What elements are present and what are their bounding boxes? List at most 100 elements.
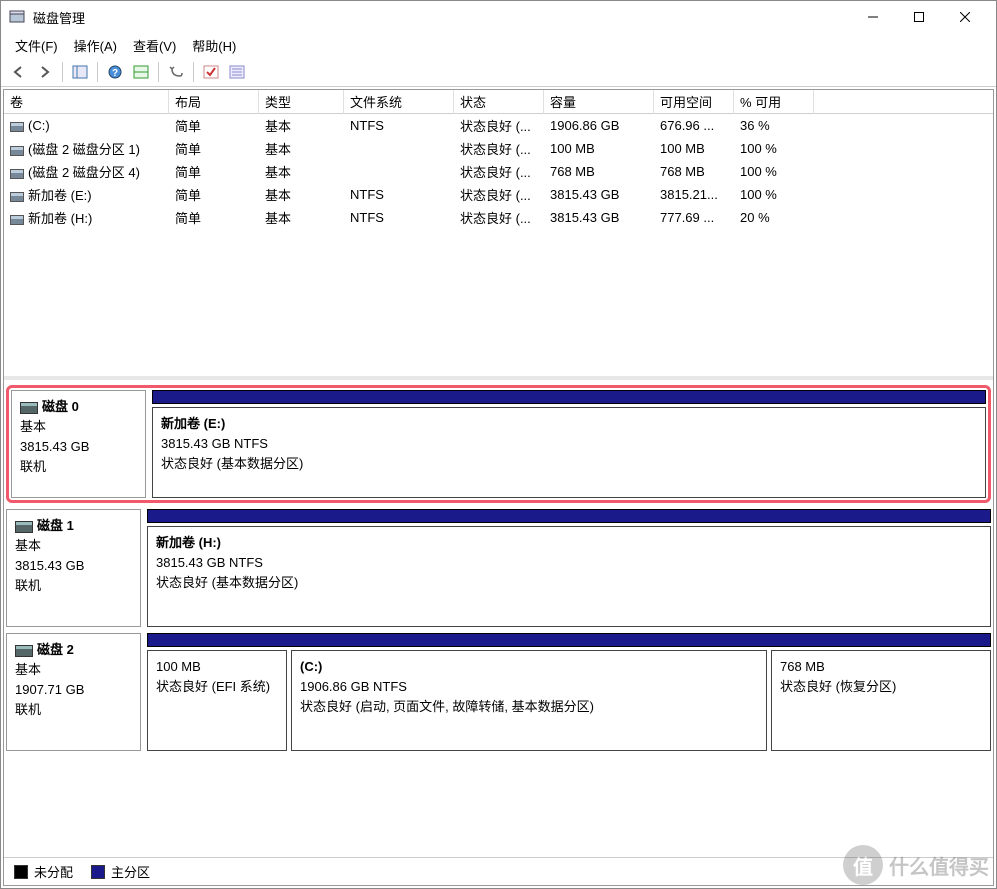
disk-info[interactable]: 磁盘 1 基本 3815.43 GB 联机 [6, 509, 141, 627]
watermark: 值 什么值得买 [843, 845, 989, 885]
disk-row-1[interactable]: 磁盘 1 基本 3815.43 GB 联机 新加卷 (H:) 3815.43 G… [6, 509, 991, 627]
disk-state: 联机 [20, 457, 137, 477]
volume-icon [10, 146, 24, 156]
maximize-button[interactable] [896, 1, 942, 33]
col-header-pct[interactable]: % 可用 [734, 90, 814, 114]
legend-swatch-unallocated [14, 865, 28, 879]
legend-label: 主分区 [111, 862, 150, 881]
partitions: 100 MB 状态良好 (EFI 系统) (C:) 1906.86 GB NTF… [147, 633, 991, 751]
col-header-fs[interactable]: 文件系统 [344, 90, 454, 114]
back-button[interactable] [7, 60, 31, 84]
partition-status: 状态良好 (启动, 页面文件, 故障转储, 基本数据分区) [300, 697, 758, 717]
volume-list-header: 卷 布局 类型 文件系统 状态 容量 可用空间 % 可用 [4, 90, 993, 114]
col-header-status[interactable]: 状态 [454, 90, 544, 114]
volume-row[interactable]: 新加卷 (E:)简单基本NTFS状态良好 (...3815.43 GB3815.… [4, 183, 993, 206]
partition-header-bar [147, 509, 991, 523]
disk-icon [15, 521, 33, 533]
partition-header-bar [152, 390, 986, 404]
legend-primary: 主分区 [91, 862, 150, 881]
partitions: 新加卷 (E:) 3815.43 GB NTFS 状态良好 (基本数据分区) [152, 390, 986, 498]
separator [62, 62, 63, 82]
partition-detail: 3815.43 GB NTFS [161, 434, 977, 454]
volume-list[interactable]: 卷 布局 类型 文件系统 状态 容量 可用空间 % 可用 (C:)简单基本NTF… [4, 90, 993, 380]
partition[interactable]: 768 MB 状态良好 (恢复分区) [771, 650, 991, 751]
content-area: 卷 布局 类型 文件系统 状态 容量 可用空间 % 可用 (C:)简单基本NTF… [3, 89, 994, 886]
disk-title: 磁盘 0 [42, 399, 79, 414]
col-header-volume[interactable]: 卷 [4, 90, 169, 114]
volume-icon [10, 169, 24, 179]
partition-detail: 100 MB [156, 657, 278, 677]
disk-info[interactable]: 磁盘 0 基本 3815.43 GB 联机 [11, 390, 146, 498]
volume-icon [10, 122, 24, 132]
partition-status: 状态良好 (基本数据分区) [156, 573, 982, 593]
list-icon[interactable] [225, 60, 249, 84]
disk-icon [15, 645, 33, 657]
partition[interactable]: 新加卷 (E:) 3815.43 GB NTFS 状态良好 (基本数据分区) [152, 407, 986, 498]
partition-status: 状态良好 (恢复分区) [780, 677, 982, 697]
volume-row[interactable]: (C:)简单基本NTFS状态良好 (...1906.86 GB676.96 ..… [4, 114, 993, 137]
volume-icon [10, 215, 24, 225]
disk-icon [20, 402, 38, 414]
col-header-capacity[interactable]: 容量 [544, 90, 654, 114]
col-header-layout[interactable]: 布局 [169, 90, 259, 114]
partition-detail: 768 MB [780, 657, 982, 677]
disk-type: 基本 [15, 536, 132, 556]
menu-action[interactable]: 操作(A) [68, 34, 123, 57]
close-button[interactable] [942, 1, 988, 33]
toolbar-view2-icon[interactable] [129, 60, 153, 84]
forward-button[interactable] [33, 60, 57, 84]
separator [193, 62, 194, 82]
legend-label: 未分配 [34, 862, 73, 881]
disk-row-2[interactable]: 磁盘 2 基本 1907.71 GB 联机 100 MB 状态良好 (EFI 系… [6, 633, 991, 751]
col-header-free[interactable]: 可用空间 [654, 90, 734, 114]
partition[interactable]: (C:) 1906.86 GB NTFS 状态良好 (启动, 页面文件, 故障转… [291, 650, 767, 751]
disk-type: 基本 [15, 660, 132, 680]
disk-state: 联机 [15, 700, 132, 720]
disk-title: 磁盘 2 [37, 642, 74, 657]
volume-row[interactable]: (磁盘 2 磁盘分区 1)简单基本状态良好 (...100 MB100 MB10… [4, 137, 993, 160]
partitions: 新加卷 (H:) 3815.43 GB NTFS 状态良好 (基本数据分区) [147, 509, 991, 627]
refresh-icon[interactable] [164, 60, 188, 84]
partition-detail: 3815.43 GB NTFS [156, 553, 982, 573]
partition[interactable]: 新加卷 (H:) 3815.43 GB NTFS 状态良好 (基本数据分区) [147, 526, 991, 627]
minimize-button[interactable] [850, 1, 896, 33]
volume-row[interactable]: 新加卷 (H:)简单基本NTFS状态良好 (...3815.43 GB777.6… [4, 206, 993, 229]
partition[interactable]: 100 MB 状态良好 (EFI 系统) [147, 650, 287, 751]
toolbar-view1-icon[interactable] [68, 60, 92, 84]
partition-name: 新加卷 (E:) [161, 414, 977, 434]
disk-row-0[interactable]: 磁盘 0 基本 3815.43 GB 联机 新加卷 (E:) 3815.43 G… [6, 385, 991, 503]
title-bar: 磁盘管理 [1, 1, 996, 33]
watermark-icon: 值 [843, 845, 883, 885]
partition-name: (C:) [300, 657, 758, 677]
toolbar: ? [1, 57, 996, 87]
partition-status: 状态良好 (EFI 系统) [156, 677, 278, 697]
menu-view[interactable]: 查看(V) [127, 34, 182, 57]
volume-icon [10, 192, 24, 202]
window-title: 磁盘管理 [33, 8, 850, 27]
disk-size: 3815.43 GB [20, 437, 137, 457]
menu-bar: 文件(F) 操作(A) 查看(V) 帮助(H) [1, 33, 996, 57]
col-header-type[interactable]: 类型 [259, 90, 344, 114]
partition-header-bar [147, 633, 991, 647]
partition-status: 状态良好 (基本数据分区) [161, 454, 977, 474]
menu-help[interactable]: 帮助(H) [186, 34, 242, 57]
app-icon [9, 9, 25, 25]
legend-swatch-primary [91, 865, 105, 879]
disk-title: 磁盘 1 [37, 518, 74, 533]
checkmark-icon[interactable] [199, 60, 223, 84]
legend-unallocated: 未分配 [14, 862, 73, 881]
partition-detail: 1906.86 GB NTFS [300, 677, 758, 697]
disk-map[interactable]: 磁盘 0 基本 3815.43 GB 联机 新加卷 (E:) 3815.43 G… [4, 380, 993, 857]
svg-text:?: ? [112, 68, 118, 79]
disk-size: 1907.71 GB [15, 680, 132, 700]
disk-size: 3815.43 GB [15, 556, 132, 576]
separator [97, 62, 98, 82]
partition-name: 新加卷 (H:) [156, 533, 982, 553]
menu-file[interactable]: 文件(F) [9, 34, 64, 57]
watermark-text: 什么值得买 [889, 851, 989, 880]
disk-info[interactable]: 磁盘 2 基本 1907.71 GB 联机 [6, 633, 141, 751]
window-frame: 磁盘管理 文件(F) 操作(A) 查看(V) 帮助(H) ? 卷 布局 类型 文… [0, 0, 997, 889]
help-icon[interactable]: ? [103, 60, 127, 84]
volume-row[interactable]: (磁盘 2 磁盘分区 4)简单基本状态良好 (...768 MB768 MB10… [4, 160, 993, 183]
disk-type: 基本 [20, 417, 137, 437]
